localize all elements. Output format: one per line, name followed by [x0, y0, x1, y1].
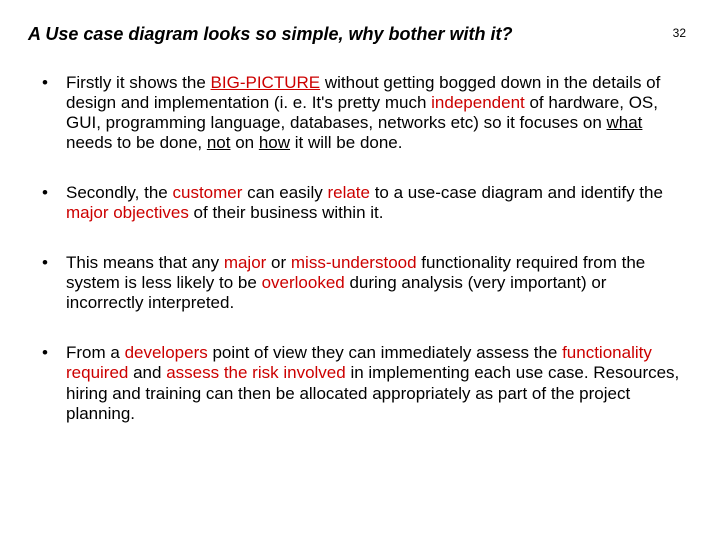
text: Firstly it shows the — [66, 73, 211, 92]
highlight: developers — [125, 343, 208, 362]
highlight: overlooked — [262, 273, 345, 292]
text: to a use-case diagram and identify the — [370, 183, 663, 202]
bullet-item: This means that any major or miss-unders… — [42, 253, 686, 313]
page-number: 32 — [673, 26, 686, 40]
highlight: miss-understood — [291, 253, 417, 272]
highlight: relate — [327, 183, 370, 202]
text: From a — [66, 343, 125, 362]
text: or — [266, 253, 291, 272]
text: Secondly, the — [66, 183, 172, 202]
slide: A Use case diagram looks so simple, why … — [0, 0, 720, 540]
highlight: assess the risk involved — [166, 363, 346, 382]
bullet-item: Firstly it shows the BIG-PICTURE without… — [42, 73, 686, 153]
text: and — [128, 363, 166, 382]
bullet-item: From a developers point of view they can… — [42, 343, 686, 423]
slide-title: A Use case diagram looks so simple, why … — [28, 24, 512, 45]
underline: what — [607, 113, 643, 132]
highlight: customer — [172, 183, 242, 202]
highlight: major — [224, 253, 267, 272]
header: A Use case diagram looks so simple, why … — [28, 24, 692, 45]
highlight: BIG-PICTURE — [211, 73, 321, 92]
text: This means that any — [66, 253, 224, 272]
text: needs to be done, — [66, 133, 207, 152]
underline: not — [207, 133, 231, 152]
bullet-list: Firstly it shows the BIG-PICTURE without… — [42, 73, 686, 424]
bullet-item: Secondly, the customer can easily relate… — [42, 183, 686, 223]
text: of their business within it. — [189, 203, 384, 222]
text: point of view they can immediately asses… — [208, 343, 562, 362]
highlight: major objectives — [66, 203, 189, 222]
text: on — [230, 133, 258, 152]
underline: how — [259, 133, 290, 152]
text: can easily — [242, 183, 327, 202]
text: it will be done. — [290, 133, 402, 152]
highlight: independent — [431, 93, 525, 112]
